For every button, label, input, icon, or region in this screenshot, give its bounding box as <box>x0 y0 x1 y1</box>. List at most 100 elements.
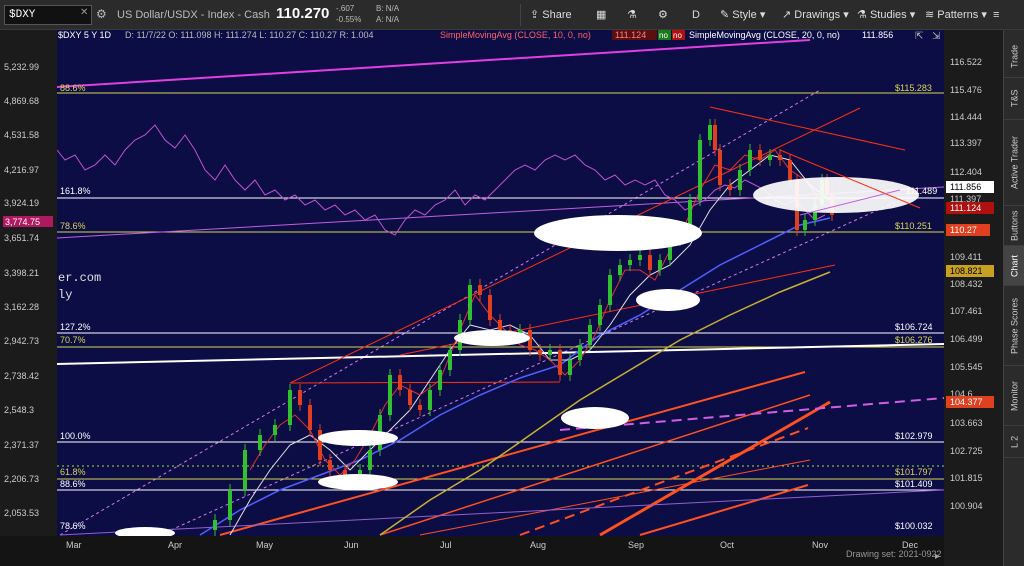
highlight-ellipse[interactable] <box>534 215 702 251</box>
share-icon: ⇪ <box>530 9 540 21</box>
style-button[interactable]: ✎ Style ▾ <box>720 5 765 25</box>
tab-monitor[interactable]: Monitor <box>1004 366 1024 426</box>
right-axis-tick: 100.904 <box>950 501 983 511</box>
plot-area[interactable] <box>57 30 944 536</box>
fib-value-label: $106.724 <box>895 322 933 332</box>
toolbar-divider <box>520 4 521 26</box>
time-axis <box>0 536 944 566</box>
top-toolbar: $DXY ✕ ⚙ US Dollar/USDX - Index - Cash 1… <box>0 0 1024 30</box>
last-price: 110.270 <box>276 5 330 22</box>
candle-body <box>288 390 292 425</box>
month-label: Sep <box>628 540 644 550</box>
month-label: Apr <box>168 540 182 550</box>
tab-chart[interactable]: Chart <box>1004 246 1024 286</box>
side-tab-bar: Trade T&S Active Trader Buttons Chart Ph… <box>1003 30 1024 566</box>
share-button[interactable]: ⇪ Share <box>530 5 572 25</box>
candle-body <box>488 295 492 320</box>
net-change: -.607 <box>336 4 355 13</box>
bid-ask: B: N/A A: N/A <box>376 3 399 25</box>
candle-body <box>468 285 472 320</box>
right-axis-tick: 105.545 <box>950 362 983 372</box>
sma50-flag-value: 108.821 <box>950 266 983 276</box>
patterns-button[interactable]: ≋ Patterns ▾ <box>925 5 987 25</box>
month-label: Jul <box>440 540 452 550</box>
candle-body <box>728 185 732 190</box>
right-axis-tick: 103.663 <box>950 418 983 428</box>
price-chart[interactable]: 88.6% 161.8% 78.6% 127.2% 70.7% 100.0% 6… <box>0 30 1024 566</box>
right-axis-tick: 113.397 <box>950 138 982 148</box>
tab-active-trader[interactable]: Active Trader <box>1004 120 1024 206</box>
right-axis-tick: 116.522 <box>950 57 982 67</box>
drawing-set-label[interactable]: Drawing set: 2021-0922 <box>846 549 942 559</box>
candle-body <box>718 150 722 185</box>
timeframe-button[interactable]: D <box>692 5 700 25</box>
symbol-input[interactable]: $DXY <box>4 5 92 25</box>
candle-body <box>438 370 442 390</box>
drawing-pencil-icon: ↗ <box>782 9 792 21</box>
tab-buttons[interactable]: Buttons <box>1004 206 1024 246</box>
flask-icon: ⚗ <box>857 9 867 21</box>
month-label: Mar <box>66 540 82 550</box>
highlight-ellipse[interactable] <box>753 177 919 213</box>
studies-flask-button[interactable]: ⚗ <box>627 5 637 25</box>
chart-settings-button[interactable]: ⚙ <box>658 5 668 25</box>
more-menu-button[interactable]: ≡ <box>993 5 999 25</box>
candle-body <box>318 430 322 460</box>
chart-setup-button[interactable]: ▦ <box>596 5 606 25</box>
left-axis-tick: 2,053.53 <box>4 508 39 518</box>
fib-value-label: $110.251 <box>895 221 932 231</box>
highlight-ellipse[interactable] <box>318 430 398 446</box>
studies-button[interactable]: ⚗ Studies ▾ <box>857 5 915 25</box>
month-label: Oct <box>720 540 735 550</box>
candle-body <box>638 255 642 260</box>
instrument-title: US Dollar/USDX - Index - Cash <box>117 9 270 21</box>
fib-pct-label: 127.2% <box>60 322 91 332</box>
candle-body <box>428 390 432 410</box>
tab-level-2[interactable]: L 2 <box>1004 426 1024 458</box>
candle-body <box>628 260 632 265</box>
left-axis-tick: 3,398.21 <box>4 268 39 278</box>
studies-label: Studies <box>869 9 907 21</box>
collapse-arrows-icon[interactable]: ⇱ <box>915 31 923 42</box>
symbol-settings-icon[interactable]: ⚙ <box>96 7 107 21</box>
drawings-button[interactable]: ↗ Drawings ▾ <box>782 5 849 25</box>
sma10-value: 111.124 <box>615 30 646 40</box>
ask-value: A: N/A <box>376 15 400 24</box>
tab-trade[interactable]: Trade <box>1004 36 1024 78</box>
candle-body <box>778 155 782 160</box>
drawings-label: Drawings <box>794 9 841 21</box>
month-label: Jun <box>344 540 359 550</box>
month-label: Nov <box>812 540 829 550</box>
candle-body <box>558 350 562 375</box>
left-axis-tick: 3,924.19 <box>4 198 39 208</box>
sma20-value: 111.856 <box>862 30 893 40</box>
candle-body <box>803 220 807 230</box>
sma20-label: SimpleMovingAvg (CLOSE, 20, 0, no) <box>689 30 840 40</box>
candle-body <box>388 375 392 415</box>
left-axis-tick: 2,942.73 <box>4 336 39 346</box>
sma10-label: SimpleMovingAvg (CLOSE, 10, 0, no) <box>440 30 591 40</box>
expand-arrows-icon[interactable]: ⇲ <box>932 31 940 42</box>
highlight-ellipse[interactable] <box>454 330 530 346</box>
price-change: -.607 -0.55% <box>336 3 361 25</box>
chevron-down-icon: ▾ <box>909 9 916 21</box>
patterns-icon: ≋ <box>925 9 935 21</box>
candle-body <box>598 305 602 325</box>
tab-phase-scores[interactable]: Phase Scores <box>1004 286 1024 366</box>
chart-canvas[interactable]: 88.6% 161.8% 78.6% 127.2% 70.7% 100.0% 6… <box>0 30 1003 566</box>
clear-symbol-icon[interactable]: ✕ <box>80 7 88 18</box>
right-axis-tick: 108.432 <box>950 279 983 289</box>
fib-pct-label: 100.0% <box>60 431 91 441</box>
fib-pct-label: 78.6% <box>60 521 86 531</box>
right-axis-tick: 109.411 <box>950 252 982 262</box>
tab-time-and-sales[interactable]: T&S <box>1004 78 1024 120</box>
candle-body <box>578 345 582 360</box>
candle-body <box>298 390 302 405</box>
chart-symbol-info: $DXY 5 Y 1D <box>58 30 112 40</box>
candle-body <box>213 520 217 530</box>
style-label: Style <box>732 9 757 21</box>
highlight-ellipse[interactable] <box>561 407 629 429</box>
highlight-ellipse[interactable] <box>636 289 700 311</box>
left-axis-tick: 4,216.97 <box>4 165 39 175</box>
highlight-ellipse[interactable] <box>318 474 398 490</box>
